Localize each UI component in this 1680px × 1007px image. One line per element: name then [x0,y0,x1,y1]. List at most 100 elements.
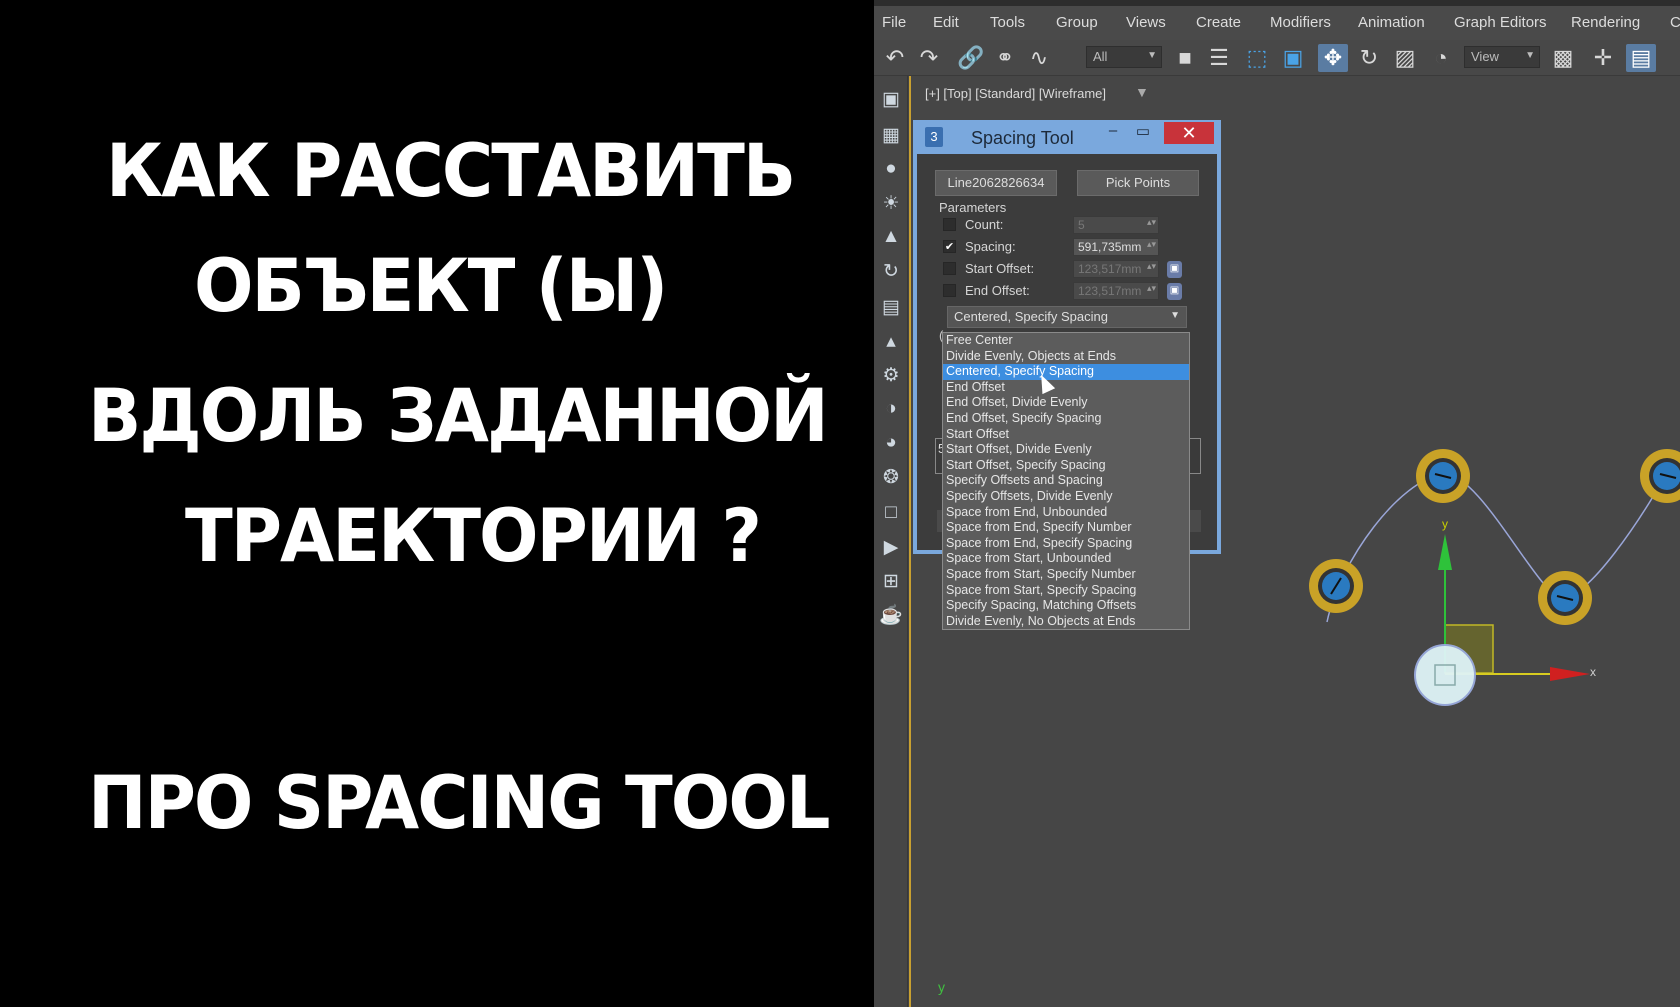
reference-coord-dropdown[interactable]: View ▼ [1464,46,1540,68]
menu-views[interactable]: Views [1126,14,1166,31]
menu-modifiers[interactable]: Modifiers [1270,14,1331,31]
select-object-icon[interactable]: ■ [1170,44,1200,72]
main-toolbar: ↶ ↷ 🔗 ⚭ ∿ All ▼ ■ ☰ ⬚ ▣ ✥ ↻ ▨ ◔ View ▼ ▩… [874,40,1680,76]
dropdown-option[interactable]: Specify Spacing, Matching Offsets [943,598,1189,614]
start-offset-checkbox[interactable] [943,262,956,275]
menu-file[interactable]: File [882,14,906,31]
spacing-mode-dropdown-list[interactable]: Free Center Divide Evenly, Objects at End… [942,332,1190,630]
menu-animation[interactable]: Animation [1358,14,1425,31]
undo-icon[interactable]: ↶ [880,44,910,72]
rotate-icon[interactable]: ↻ [1354,44,1384,72]
ring-object[interactable] [1416,449,1470,503]
gizmo-center[interactable] [1414,644,1476,706]
dropdown-option[interactable]: Start Offset [943,427,1189,443]
dropdown-option[interactable]: Centered, Specify Spacing [943,364,1189,380]
pick-points-button[interactable]: Pick Points [1077,170,1199,196]
end-offset-spinner[interactable]: 123,517mm ▴▾ [1073,282,1159,300]
spinner-arrows-icon[interactable]: ▴▾ [1147,261,1156,272]
dropdown-option[interactable]: Space from End, Unbounded [943,505,1189,521]
menu-graph-editors[interactable]: Graph Editors [1454,14,1547,31]
reference-coord-value: View [1471,49,1499,64]
dropdown-option[interactable]: End Offset, Divide Evenly [943,395,1189,411]
menu-create[interactable]: Create [1196,14,1241,31]
redo-icon[interactable]: ↷ [914,44,944,72]
sun-icon[interactable]: ☀ [878,190,904,216]
window-crossing-icon[interactable]: ▣ [1278,44,1308,72]
palette-icon[interactable]: ◕ [878,430,904,456]
pine-icon[interactable]: ▴ [878,328,904,354]
render-frame-icon[interactable]: ▶ [878,534,904,560]
chevron-down-icon: ▼ [1170,310,1180,321]
lamp-icon[interactable]: ❂ [878,464,904,490]
snap-toggle-icon[interactable]: ▤ [1626,44,1656,72]
lock-icon[interactable]: ▣ [1167,261,1182,278]
dialog-title-bar[interactable]: 3 Spacing Tool – ▭ ✕ [917,120,1217,154]
maximize-icon[interactable]: ▭ [1131,122,1155,144]
place-icon[interactable]: ◔ [1426,44,1456,72]
spinner-arrows-icon[interactable]: ▴▾ [1147,217,1156,228]
link-icon[interactable]: 🔗 [956,44,986,72]
dropdown-option[interactable]: Space from Start, Unbounded [943,551,1189,567]
menu-edit[interactable]: Edit [933,14,959,31]
dropdown-option[interactable]: Specify Offsets and Spacing [943,473,1189,489]
menu-tools[interactable]: Tools [990,14,1025,31]
text-icon[interactable]: ▤ [878,294,904,320]
window-icon[interactable]: □ [878,500,904,526]
scale-icon[interactable]: ▨ [1390,44,1420,72]
grid-icon[interactable]: ⊞ [878,568,904,594]
rotate-object-icon[interactable]: ↻ [878,258,904,284]
camera-multi-icon[interactable]: ▦ [878,122,904,148]
selection-filter-dropdown[interactable]: All ▼ [1086,46,1162,68]
gizmo-y-label: y [1442,517,1448,531]
spinner-arrows-icon[interactable]: ▴▾ [1147,283,1156,294]
pick-path-button[interactable]: Line2062826634 [935,170,1057,196]
camera-icon[interactable]: ▣ [878,86,904,112]
ring-object[interactable] [1538,571,1592,625]
dropdown-option[interactable]: Specify Offsets, Divide Evenly [943,489,1189,505]
start-offset-value: 123,517mm [1078,262,1142,276]
dropdown-option[interactable]: Space from Start, Specify Spacing [943,583,1189,599]
move-icon[interactable]: ✥ [1318,44,1348,72]
dropdown-option[interactable]: Divide Evenly, No Objects at Ends [943,614,1189,630]
end-offset-checkbox[interactable] [943,284,956,297]
gear-icon[interactable]: ⚙ [878,362,904,388]
bind-space-warp-icon[interactable]: ∿ [1024,44,1054,72]
select-by-name-icon[interactable]: ☰ [1204,44,1234,72]
material-icon[interactable]: ◑ [878,396,904,422]
minimize-icon[interactable]: – [1101,122,1125,144]
light-bulb-icon[interactable]: ● [878,156,904,182]
dropdown-option[interactable]: Space from Start, Specify Number [943,567,1189,583]
spacing-mode-select[interactable]: Centered, Specify Spacing ▼ [947,306,1187,328]
dropdown-option[interactable]: End Offset [943,380,1189,396]
spacing-checkbox[interactable]: ✔ [943,240,956,253]
pivot-icon[interactable]: ▩ [1548,44,1578,72]
spinner-arrows-icon[interactable]: ▴▾ [1147,239,1156,250]
dropdown-option[interactable]: Space from End, Specify Spacing [943,536,1189,552]
menu-rendering[interactable]: Rendering [1571,14,1640,31]
start-offset-spinner[interactable]: 123,517mm ▴▾ [1073,260,1159,278]
gizmo-x-label: x [1590,665,1596,679]
count-checkbox[interactable] [943,218,956,231]
dropdown-option[interactable]: Free Center [943,333,1189,349]
menu-more[interactable]: C [1670,14,1680,31]
dropdown-option[interactable]: Space from End, Specify Number [943,520,1189,536]
snap-move-icon[interactable]: ✛ [1588,44,1618,72]
count-spinner[interactable]: 5 ▴▾ [1073,216,1159,234]
teapot-icon[interactable]: ☕ [878,602,904,628]
viewport-label[interactable]: [+] [Top] [Standard] [Wireframe] [925,86,1106,101]
lock-icon[interactable]: ▣ [1167,283,1182,300]
dropdown-option[interactable]: Start Offset, Specify Spacing [943,458,1189,474]
ring-object[interactable] [1309,559,1363,613]
spacing-spinner[interactable]: 591,735mm ▴▾ [1073,238,1159,256]
left-tool-strip: ▣ ▦ ● ☀ ▲ ↻ ▤ ▴ ⚙ ◑ ◕ ❂ □ ▶ ⊞ ☕ [874,76,908,1007]
close-icon[interactable]: ✕ [1164,122,1214,144]
rect-selection-icon[interactable]: ⬚ [1242,44,1272,72]
dropdown-option[interactable]: Start Offset, Divide Evenly [943,442,1189,458]
dropdown-option[interactable]: End Offset, Specify Spacing [943,411,1189,427]
tree-icon[interactable]: ▲ [878,224,904,250]
menu-group[interactable]: Group [1056,14,1098,31]
dropdown-option[interactable]: Divide Evenly, Objects at Ends [943,349,1189,365]
dialog-title: Spacing Tool [971,128,1074,148]
filter-icon[interactable]: ▼ [1135,84,1149,100]
unlink-icon[interactable]: ⚭ [990,44,1020,72]
